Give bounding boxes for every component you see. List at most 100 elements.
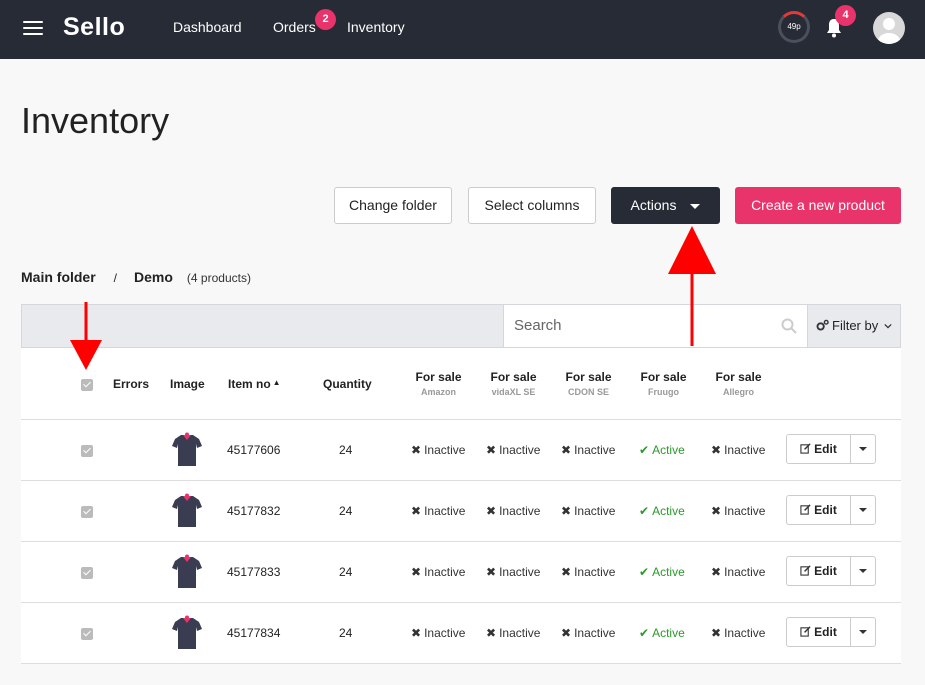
product-thumbnail[interactable] [171, 615, 203, 651]
channel-status[interactable]: ✖ Inactive [561, 504, 615, 518]
header-cdon[interactable]: For sale CDON SE [561, 370, 616, 397]
create-product-button[interactable]: Create a new product [735, 187, 901, 224]
checkmark-icon: ✔ [639, 504, 650, 518]
channel-status[interactable]: ✔ Active [639, 565, 685, 579]
channel-status[interactable]: ✔ Active [639, 626, 685, 640]
status-label: Inactive [574, 626, 616, 640]
channel-status[interactable]: ✖ Inactive [711, 443, 765, 457]
filter-by-dropdown[interactable]: Filter by [802, 305, 902, 347]
header-amazon-sub: Amazon [420, 387, 456, 397]
item-number: 45177833 [227, 565, 281, 579]
header-fruugo[interactable]: For sale Fruugo [636, 370, 691, 397]
x-icon: ✖ [561, 504, 572, 518]
header-vidaxl-label: For sale [490, 370, 537, 384]
channel-status[interactable]: ✖ Inactive [486, 565, 540, 579]
edit-button[interactable]: Edit [786, 434, 851, 464]
channel-status[interactable]: ✖ Inactive [486, 504, 540, 518]
select-columns-button[interactable]: Select columns [468, 187, 596, 224]
header-amazon[interactable]: For sale Amazon [411, 370, 466, 397]
product-thumbnail[interactable] [171, 493, 203, 529]
checkmark-icon: ✔ [639, 626, 650, 640]
product-thumbnail[interactable] [171, 432, 203, 468]
header-fruugo-sub: Fruugo [648, 387, 679, 397]
product-count: (4 products) [186, 271, 251, 285]
channel-status[interactable]: ✖ Inactive [486, 443, 540, 457]
nav-inventory[interactable]: Inventory [347, 19, 405, 35]
user-avatar-icon[interactable] [873, 12, 905, 44]
channel-status[interactable]: ✖ Inactive [486, 626, 540, 640]
channel-status[interactable]: ✖ Inactive [711, 504, 765, 518]
quota-indicator[interactable]: 49p [778, 11, 810, 43]
header-image[interactable]: Image [170, 377, 205, 391]
header-item-no[interactable]: Item no ▲ [228, 377, 281, 391]
header-cdon-label: For sale [565, 370, 612, 384]
header-vidaxl[interactable]: For sale vidaXL SE [486, 370, 541, 397]
search-icon[interactable] [781, 318, 797, 334]
item-number: 45177606 [227, 443, 281, 457]
row-checkbox[interactable] [81, 506, 93, 518]
edit-dropdown-toggle[interactable] [850, 434, 876, 464]
hamburger-icon[interactable] [23, 21, 43, 35]
channel-status[interactable]: ✖ Inactive [411, 565, 465, 579]
status-label: Active [652, 504, 685, 518]
table-row[interactable]: 45177832 24 ✖ Inactive ✖ Inactive ✖ Inactive ✔ Ac… [21, 481, 901, 542]
table-row[interactable]: 45177834 24 ✖ Inactive ✖ Inactive ✖ Inactive ✔ Ac… [21, 603, 901, 664]
nav-orders[interactable]: Orders [273, 19, 316, 35]
filter-label: Filter by [832, 318, 879, 333]
x-icon: ✖ [486, 443, 497, 457]
header-errors[interactable]: Errors [113, 377, 149, 391]
x-icon: ✖ [561, 565, 572, 579]
breadcrumb: Main folder / Demo (4 products) [21, 269, 251, 285]
row-checkbox[interactable] [81, 445, 93, 457]
nav-dashboard[interactable]: Dashboard [173, 19, 242, 35]
header-vidaxl-sub: vidaXL SE [491, 387, 536, 397]
breadcrumb-separator: / [113, 271, 118, 285]
breadcrumb-current[interactable]: Demo [134, 269, 173, 285]
status-label: Inactive [724, 565, 766, 579]
channel-status[interactable]: ✖ Inactive [711, 626, 765, 640]
edit-dropdown-toggle[interactable] [850, 556, 876, 586]
header-quantity[interactable]: Quantity [323, 377, 372, 391]
channel-status[interactable]: ✖ Inactive [561, 443, 615, 457]
actions-label: Actions [630, 197, 677, 213]
select-all-checkbox[interactable] [81, 379, 93, 391]
pencil-square-icon [800, 565, 811, 576]
edit-button[interactable]: Edit [786, 617, 851, 647]
header-allegro[interactable]: For sale Allegro [711, 370, 766, 397]
edit-dropdown-toggle[interactable] [850, 495, 876, 525]
row-checkbox[interactable] [81, 567, 93, 579]
breadcrumb-main-folder[interactable]: Main folder [21, 269, 96, 285]
table-toolbar: Filter by [21, 304, 901, 348]
status-label: Inactive [724, 443, 766, 457]
channel-status[interactable]: ✔ Active [639, 443, 685, 457]
checkmark-icon: ✔ [639, 443, 650, 457]
app-logo[interactable]: Sello [63, 13, 125, 42]
channel-status[interactable]: ✖ Inactive [411, 504, 465, 518]
pencil-square-icon [800, 443, 811, 454]
channel-status[interactable]: ✖ Inactive [411, 443, 465, 457]
x-icon: ✖ [711, 504, 722, 518]
actions-button[interactable]: Actions [611, 187, 720, 224]
table-row[interactable]: 45177606 24 ✖ Inactive ✖ Inactive ✖ Inactive ✔ Ac… [21, 420, 901, 481]
status-label: Inactive [424, 504, 466, 518]
status-label: Inactive [499, 504, 541, 518]
x-icon: ✖ [411, 565, 422, 579]
edit-dropdown-toggle[interactable] [850, 617, 876, 647]
header-cdon-sub: CDON SE [567, 387, 609, 397]
change-folder-button[interactable]: Change folder [334, 187, 452, 224]
chevron-down-icon [690, 203, 701, 209]
edit-label: Edit [814, 564, 837, 578]
x-icon: ✖ [411, 504, 422, 518]
x-icon: ✖ [561, 443, 572, 457]
row-checkbox[interactable] [81, 628, 93, 640]
edit-button[interactable]: Edit [786, 556, 851, 586]
channel-status[interactable]: ✖ Inactive [411, 626, 465, 640]
edit-button[interactable]: Edit [786, 495, 851, 525]
product-thumbnail[interactable] [171, 554, 203, 590]
channel-status[interactable]: ✔ Active [639, 504, 685, 518]
channel-status[interactable]: ✖ Inactive [561, 565, 615, 579]
table-row[interactable]: 45177833 24 ✖ Inactive ✖ Inactive ✖ Inactive ✔ Ac… [21, 542, 901, 603]
status-label: Active [652, 565, 685, 579]
channel-status[interactable]: ✖ Inactive [561, 626, 615, 640]
channel-status[interactable]: ✖ Inactive [711, 565, 765, 579]
